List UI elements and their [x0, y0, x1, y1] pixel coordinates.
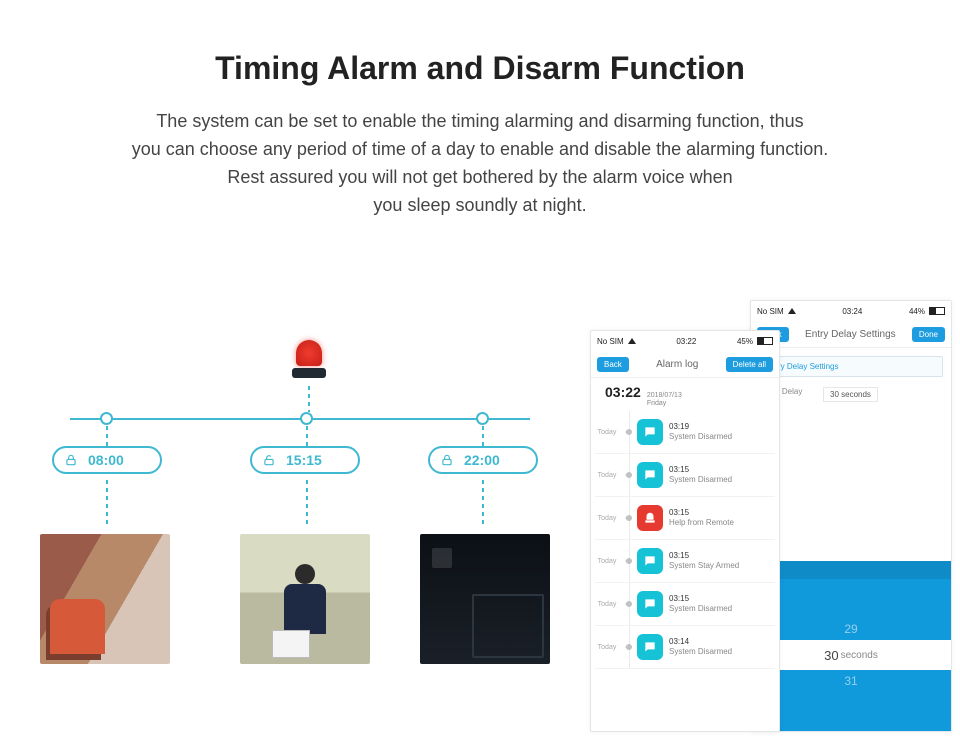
- battery-label: 45%: [737, 337, 753, 346]
- page-title: Timing Alarm and Disarm Function: [0, 50, 960, 87]
- phone-alarm-log: No SIM 03:22 45% Back Alarm log Delete a…: [590, 330, 780, 732]
- lock-icon: [62, 451, 80, 469]
- back-button[interactable]: Back: [597, 357, 629, 372]
- picker-prev[interactable]: 29: [844, 622, 857, 636]
- log-text: 03:15System Stay Armed: [669, 551, 739, 571]
- carrier-label: No SIM: [597, 337, 624, 346]
- time-pill-2: 15:15: [250, 446, 360, 474]
- time-label-3: 22:00: [464, 452, 500, 468]
- timeline-node-3: [476, 412, 489, 425]
- status-time: 03:24: [842, 307, 862, 316]
- desc-line-4: you sleep soundly at night.: [0, 192, 960, 220]
- log-row[interactable]: Today‹03:15System Stay Armed: [595, 540, 775, 583]
- nav-bar: Back Entry Delay Settings Done: [751, 321, 951, 348]
- log-day-label: Today: [595, 558, 619, 565]
- phone-mockups: No SIM 03:24 44% Back Entry Delay Settin…: [590, 300, 950, 730]
- nav-bar: Back Alarm log Delete all: [591, 351, 779, 378]
- log-row[interactable]: Today‹03:15Help from Remote: [595, 497, 775, 540]
- log-row[interactable]: Today‹03:15System Disarmed: [595, 454, 775, 497]
- wifi-icon: [788, 308, 796, 314]
- time-pill-1: 08:00: [52, 446, 162, 474]
- log-text: 03:19System Disarmed: [669, 422, 732, 442]
- chat-icon: [637, 548, 663, 574]
- log-day-label: Today: [595, 472, 619, 479]
- seconds-picker[interactable]: 29 30seconds 31: [751, 561, 951, 731]
- timeline-graphic: 08:00 15:15 22:00: [40, 340, 560, 720]
- status-time: 03:22: [676, 337, 696, 346]
- timeline-node-2: [300, 412, 313, 425]
- log-text: 03:15Help from Remote: [669, 508, 734, 528]
- log-header-date: 2018/07/13: [647, 392, 682, 400]
- nav-title: Entry Delay Settings: [805, 329, 896, 340]
- log-text: 03:15System Disarmed: [669, 465, 732, 485]
- siren-icon: [292, 340, 326, 384]
- unlock-icon: [260, 451, 278, 469]
- delete-all-button[interactable]: Delete all: [726, 357, 773, 372]
- scene-thumb-night: [420, 534, 550, 664]
- scene-thumb-day: [240, 534, 370, 664]
- scene-thumb-morning: [40, 534, 170, 664]
- status-bar: No SIM 03:24 44%: [751, 301, 951, 321]
- picker-next[interactable]: 31: [844, 674, 857, 688]
- log-text: 03:14System Disarmed: [669, 637, 732, 657]
- log-row[interactable]: Today‹03:15System Disarmed: [595, 583, 775, 626]
- chat-icon: [637, 634, 663, 660]
- siren-connector: [308, 386, 310, 412]
- field-value[interactable]: 30 seconds: [823, 387, 878, 402]
- timeline-node-1: [100, 412, 113, 425]
- picker-selected[interactable]: 30seconds: [751, 640, 951, 670]
- chat-icon: [637, 462, 663, 488]
- log-day-label: Today: [595, 429, 619, 436]
- log-header-weekday: Friday: [647, 400, 682, 408]
- desc-line-3: Rest assured you will not get bothered b…: [0, 164, 960, 192]
- done-button[interactable]: Done: [912, 327, 945, 342]
- log-day-label: Today: [595, 601, 619, 608]
- battery-label: 44%: [909, 307, 925, 316]
- log-list: Today‹03:19System DisarmedToday‹03:15Sys…: [591, 411, 779, 669]
- phone-entry-delay: No SIM 03:24 44% Back Entry Delay Settin…: [750, 300, 952, 732]
- status-bar: No SIM 03:22 45%: [591, 331, 779, 351]
- log-day-label: Today: [595, 515, 619, 522]
- log-header: 03:22 2018/07/13 Friday: [591, 378, 779, 411]
- wifi-icon: [628, 338, 636, 344]
- chat-icon: [637, 419, 663, 445]
- chat-icon: [637, 591, 663, 617]
- time-label-1: 08:00: [88, 452, 124, 468]
- battery-icon: [757, 337, 773, 345]
- log-text: 03:15System Disarmed: [669, 594, 732, 614]
- description: The system can be set to enable the timi…: [0, 108, 960, 220]
- alert-icon: [637, 505, 663, 531]
- lock-icon: [438, 451, 456, 469]
- desc-line-2: you can choose any period of time of a d…: [0, 136, 960, 164]
- log-header-time: 03:22: [605, 384, 641, 400]
- time-pill-3: 22:00: [428, 446, 538, 474]
- desc-line-1: The system can be set to enable the timi…: [0, 108, 960, 136]
- log-row[interactable]: Today‹03:14System Disarmed: [595, 626, 775, 669]
- battery-icon: [929, 307, 945, 315]
- tab-entry-delay[interactable]: Entry Delay Settings: [759, 356, 943, 377]
- time-label-2: 15:15: [286, 452, 322, 468]
- log-row[interactable]: Today‹03:19System Disarmed: [595, 411, 775, 454]
- entry-delay-field: Entry Delay 30 seconds: [761, 387, 941, 402]
- log-day-label: Today: [595, 644, 619, 651]
- nav-title: Alarm log: [656, 359, 698, 370]
- carrier-label: No SIM: [757, 307, 784, 316]
